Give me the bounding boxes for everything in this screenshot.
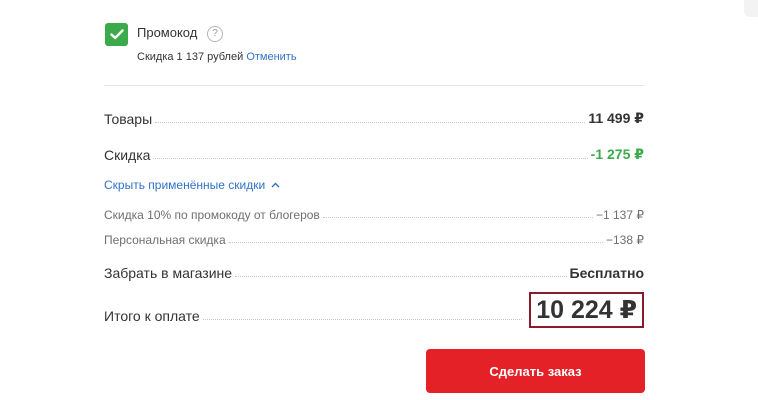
goods-row: Товары 11 499 ₽ [104, 110, 644, 127]
scrollbar-corner [744, 0, 758, 17]
goods-value: 11 499 ₽ [588, 110, 644, 126]
promo-discount-text: Скидка 1 137 рублей [137, 51, 244, 63]
divider [104, 85, 644, 86]
hide-discounts-link[interactable]: Скрыть применённые скидки [104, 178, 280, 192]
promo-discount-note: Скидка 1 137 рублей Отменить [137, 51, 297, 63]
promo-cancel-link[interactable]: Отменить [246, 51, 296, 63]
total-value: 10 224 ₽ [529, 292, 644, 328]
pickup-value: Бесплатно [569, 265, 644, 281]
place-order-button[interactable]: Сделать заказ [426, 349, 645, 393]
dotted-leader [155, 121, 586, 123]
discount-label: Скидка [104, 147, 151, 163]
discount-row: Скидка -1 275 ₽ [104, 146, 644, 163]
sub-discount-label: Персональная скидка [104, 233, 226, 247]
dotted-leader [153, 157, 588, 159]
checkmark-icon [109, 29, 124, 40]
sub-discount-row: Скидка 10% по промокоду от блогеров −1 1… [104, 208, 644, 222]
dotted-leader [235, 275, 567, 277]
sub-discount-value: −1 137 ₽ [595, 208, 644, 222]
total-row: Итого к оплате 10 224 ₽ [104, 292, 644, 328]
pickup-row: Забрать в магазине Бесплатно [104, 265, 644, 281]
help-icon[interactable]: ? [207, 26, 223, 42]
pickup-label: Забрать в магазине [104, 265, 233, 281]
hide-discounts-label: Скрыть применённые скидки [104, 178, 266, 192]
promo-label: Промокод [137, 25, 198, 40]
goods-label: Товары [104, 111, 153, 127]
discount-value: -1 275 ₽ [590, 146, 644, 162]
dotted-leader [228, 241, 603, 243]
dotted-leader [322, 216, 593, 218]
sub-discount-row: Персональная скидка −138 ₽ [104, 233, 644, 247]
total-label: Итого к оплате [104, 308, 200, 324]
sub-discount-label: Скидка 10% по промокоду от блогеров [104, 208, 320, 222]
promo-checkbox[interactable] [105, 23, 128, 46]
chevron-up-icon [271, 182, 280, 188]
dotted-leader [202, 318, 523, 320]
sub-discount-value: −138 ₽ [606, 233, 644, 247]
